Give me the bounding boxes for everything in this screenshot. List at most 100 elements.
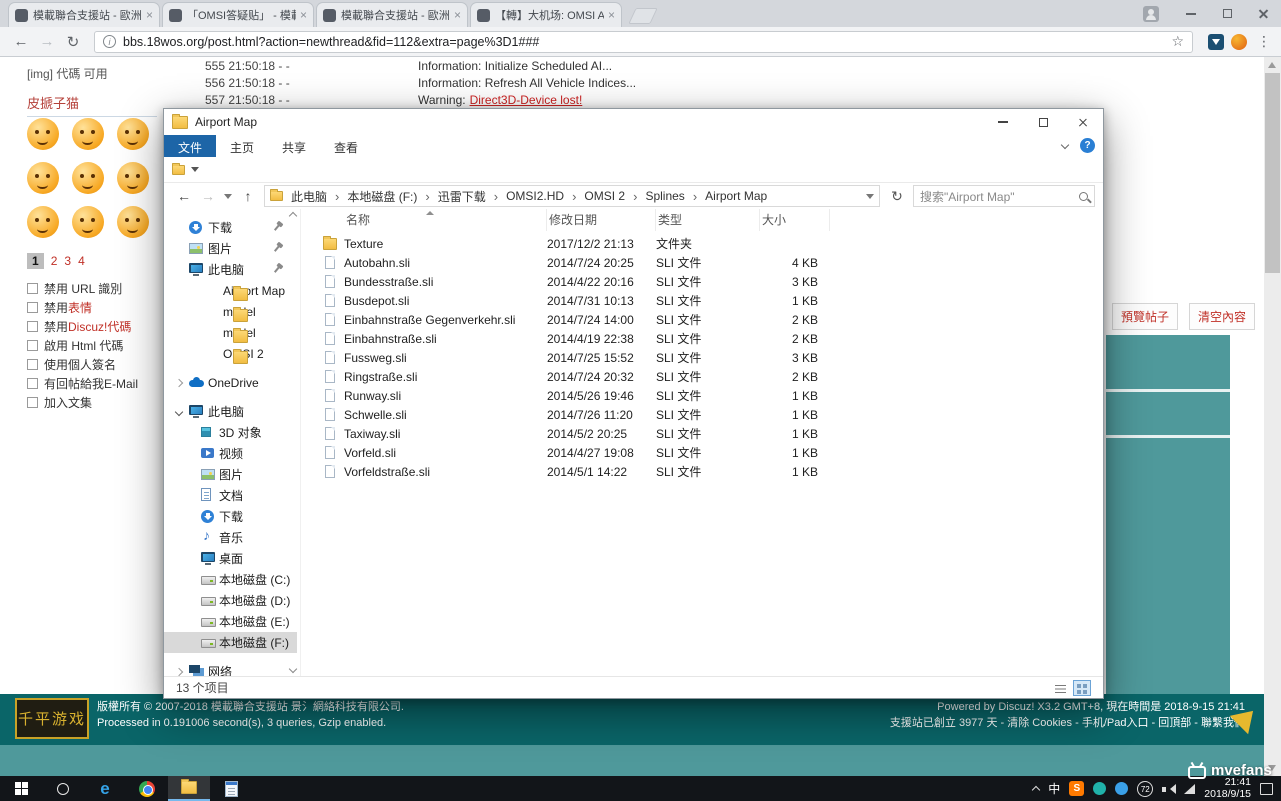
tray-app-icon-1[interactable] xyxy=(1093,782,1106,795)
column-header[interactable]: 类型 xyxy=(656,209,760,231)
address-dropdown-icon[interactable] xyxy=(866,194,874,199)
browser-forward-button[interactable]: → xyxy=(34,33,60,50)
forward-button[interactable]: → xyxy=(196,188,220,204)
smiley-page-button[interactable]: 3 xyxy=(64,254,71,268)
smiley-page-button[interactable]: 1 xyxy=(27,253,44,269)
smiley-page-button[interactable]: 2 xyxy=(51,254,58,268)
breadcrumb-chevron-icon[interactable]: › xyxy=(329,189,345,204)
breadcrumb-segment[interactable]: Splines › xyxy=(643,189,703,204)
edge-taskbar-button[interactable]: e xyxy=(84,776,126,801)
site-info-icon[interactable]: i xyxy=(103,35,116,48)
refresh-button[interactable]: ↻ xyxy=(886,188,908,205)
breadcrumb-segment[interactable]: 本地磁盘 (F:) › xyxy=(345,188,435,205)
action-center-icon[interactable] xyxy=(1260,783,1273,795)
explorer-close-button[interactable] xyxy=(1063,109,1103,135)
file-row[interactable]: Ringstraße.sli 2014/7/24 20:32 SLI 文件 2 … xyxy=(301,367,1103,386)
nav-item[interactable]: 本地磁盘 (C:) xyxy=(164,569,297,590)
forum-option-row[interactable]: 禁用 表情 xyxy=(27,298,167,317)
recent-locations-icon[interactable] xyxy=(224,194,232,199)
smiley-emoticon[interactable] xyxy=(27,206,59,238)
breadcrumb-chevron-icon[interactable]: › xyxy=(488,189,504,204)
details-view-icon[interactable] xyxy=(1051,680,1069,696)
browser-maximize-button[interactable] xyxy=(1209,0,1245,27)
nav-item[interactable]: 图片 xyxy=(164,238,297,259)
nav-item[interactable]: model xyxy=(164,322,297,343)
ribbon-tab[interactable]: 查看 xyxy=(320,135,372,157)
forum-option-row[interactable]: 加入文集 xyxy=(27,393,167,412)
nav-item[interactable]: 视频 xyxy=(164,443,297,464)
thumbnail-view-icon[interactable] xyxy=(1073,680,1091,696)
help-icon[interactable]: ? xyxy=(1080,138,1095,153)
breadcrumb-segment[interactable]: 此电脑 › xyxy=(289,188,345,205)
extension-orange-icon[interactable] xyxy=(1231,34,1247,50)
checkbox-icon[interactable] xyxy=(27,359,38,370)
search-input[interactable]: 搜索"Airport Map" xyxy=(920,188,1079,205)
file-row[interactable]: Busdepot.sli 2014/7/31 10:13 SLI 文件 1 KB xyxy=(301,291,1103,310)
nav-item[interactable]: 此电脑 xyxy=(164,401,297,422)
smiley-emoticon[interactable] xyxy=(117,206,149,238)
browser-tab[interactable]: 模載聯合支援站 - 歐洲... × xyxy=(316,2,468,27)
file-row[interactable]: Schwelle.sli 2014/7/26 11:20 SLI 文件 1 KB xyxy=(301,405,1103,424)
explorer-taskbar-button[interactable] xyxy=(168,776,210,801)
breadcrumb-segment[interactable]: OMSI2.HD › xyxy=(504,189,582,204)
breadcrumb-label[interactable]: 本地磁盘 (F:) xyxy=(345,188,419,205)
ribbon-tab[interactable]: 文件 xyxy=(164,135,216,157)
checkbox-icon[interactable] xyxy=(27,302,38,313)
qat-folder-icon[interactable] xyxy=(172,165,185,175)
forum-option-row[interactable]: 有回帖給我E-Mail xyxy=(27,374,167,393)
address-omnibox[interactable]: i bbs.18wos.org/post.html?action=newthre… xyxy=(94,31,1193,53)
file-row[interactable]: Taxiway.sli 2014/5/2 20:25 SLI 文件 1 KB xyxy=(301,424,1103,443)
file-row[interactable]: Autobahn.sli 2014/7/24 20:25 SLI 文件 4 KB xyxy=(301,253,1103,272)
nav-item[interactable]: 本地磁盘 (E:) xyxy=(164,611,297,632)
file-row[interactable]: Einbahnstraße.sli 2014/4/19 22:38 SLI 文件… xyxy=(301,329,1103,348)
nav-item[interactable]: Airport Map xyxy=(164,280,297,301)
scrollbar-thumb[interactable] xyxy=(1265,73,1280,273)
browser-tab[interactable]: 模載聯合支援站 - 歐洲... × xyxy=(8,2,160,27)
profile-icon[interactable] xyxy=(1143,6,1159,22)
file-row[interactable]: Bundesstraße.sli 2014/4/22 20:16 SLI 文件 … xyxy=(301,272,1103,291)
nav-item[interactable]: OMSI 2 xyxy=(164,343,297,364)
ribbon-tab[interactable]: 共享 xyxy=(268,135,320,157)
qat-dropdown-icon[interactable] xyxy=(191,167,199,172)
column-header[interactable]: 大小 xyxy=(760,209,830,231)
breadcrumb-label[interactable]: OMSI2.HD xyxy=(504,189,566,203)
back-button[interactable]: ← xyxy=(172,188,196,204)
browser-tab[interactable]: 「OMSI答疑贴」 - 模載... × xyxy=(162,2,314,27)
nav-item[interactable]: OneDrive xyxy=(164,372,297,393)
breadcrumb-chevron-icon[interactable]: › xyxy=(687,189,703,204)
sogou-tray-icon[interactable]: S xyxy=(1069,781,1084,796)
tray-expand-icon[interactable] xyxy=(1032,786,1040,794)
tray-app-icon-2[interactable] xyxy=(1115,782,1128,795)
tab-close-icon[interactable]: × xyxy=(300,8,307,22)
nav-item[interactable]: 3D 对象 xyxy=(164,422,297,443)
smiley-emoticon[interactable] xyxy=(117,118,149,150)
site-logo[interactable]: 千平游戏 xyxy=(15,698,89,739)
checkbox-icon[interactable] xyxy=(27,378,38,389)
temperature-badge[interactable]: 72 xyxy=(1137,781,1153,797)
tab-close-icon[interactable]: × xyxy=(608,8,615,22)
nav-item[interactable]: 下载 xyxy=(164,506,297,527)
nav-item[interactable]: 文档 xyxy=(164,485,297,506)
checkbox-icon[interactable] xyxy=(27,321,38,332)
scrollbar-up-icon[interactable] xyxy=(1268,62,1276,68)
option-link[interactable]: 表情 xyxy=(68,299,92,316)
breadcrumb-label[interactable]: Splines xyxy=(643,189,686,203)
nav-item[interactable]: 此电脑 xyxy=(164,259,297,280)
up-button[interactable]: ↑ xyxy=(236,188,260,204)
option-link[interactable]: Discuz!代碼 xyxy=(68,318,131,335)
explorer-titlebar[interactable]: Airport Map xyxy=(164,109,1103,135)
chrome-taskbar-button[interactable] xyxy=(126,776,168,801)
smiley-emoticon[interactable] xyxy=(27,162,59,194)
breadcrumb-label[interactable]: 迅雷下载 xyxy=(436,188,488,205)
breadcrumb-label[interactable]: OMSI 2 xyxy=(582,189,627,203)
file-row[interactable]: Einbahnstraße Gegenverkehr.sli 2014/7/24… xyxy=(301,310,1103,329)
url-text[interactable]: bbs.18wos.org/post.html?action=newthread… xyxy=(123,35,1165,49)
checkbox-icon[interactable] xyxy=(27,397,38,408)
file-row[interactable]: Runway.sli 2014/5/26 19:46 SLI 文件 1 KB xyxy=(301,386,1103,405)
browser-menu-icon[interactable]: ⋮ xyxy=(1255,33,1273,50)
smiley-category-tab[interactable]: 皮搋子猫 xyxy=(27,93,157,117)
browser-close-button[interactable] xyxy=(1245,0,1281,27)
forum-option-row[interactable]: 禁用 Discuz!代碼 xyxy=(27,317,167,336)
nav-item[interactable]: model xyxy=(164,301,297,322)
nav-item[interactable]: 桌面 xyxy=(164,548,297,569)
